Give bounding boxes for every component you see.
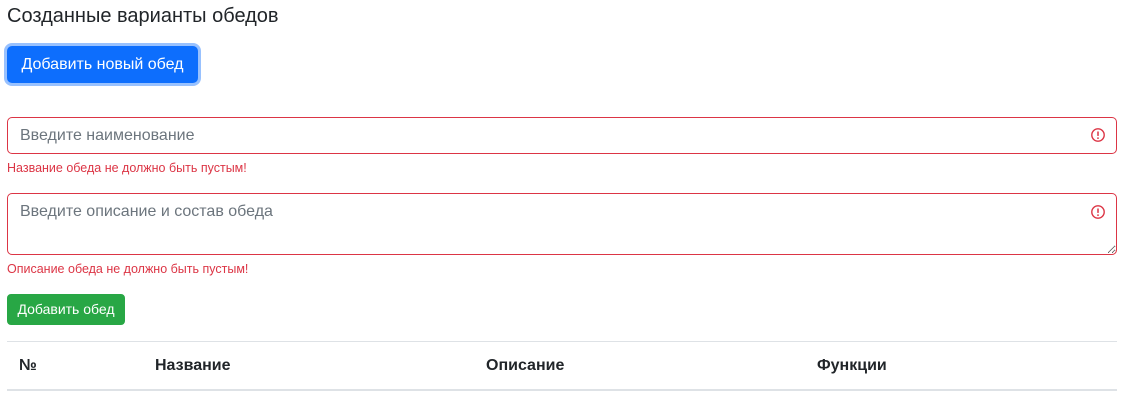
name-error-message: Название обеда не должно быть пустым! <box>7 161 247 175</box>
column-header-functions: Функции <box>817 357 887 374</box>
lunch-description-input[interactable] <box>7 193 1117 255</box>
table-header-border <box>7 389 1117 391</box>
add-new-lunch-button[interactable]: Добавить новый обед <box>7 46 198 83</box>
description-error-message: Описание обеда не должно быть пустым! <box>7 262 249 276</box>
description-invalid-icon <box>1091 205 1105 219</box>
lunch-name-input[interactable] <box>7 117 1117 154</box>
page-title: Созданные варианты обедов <box>7 5 279 27</box>
name-invalid-icon <box>1091 128 1105 142</box>
page: Созданные варианты обедов Добавить новый… <box>0 0 1124 412</box>
column-header-number: № <box>19 357 37 374</box>
add-lunch-button[interactable]: Добавить обед <box>7 294 125 325</box>
table-top-border <box>7 341 1117 342</box>
column-header-name: Название <box>155 357 231 374</box>
column-header-description: Описание <box>486 357 565 374</box>
